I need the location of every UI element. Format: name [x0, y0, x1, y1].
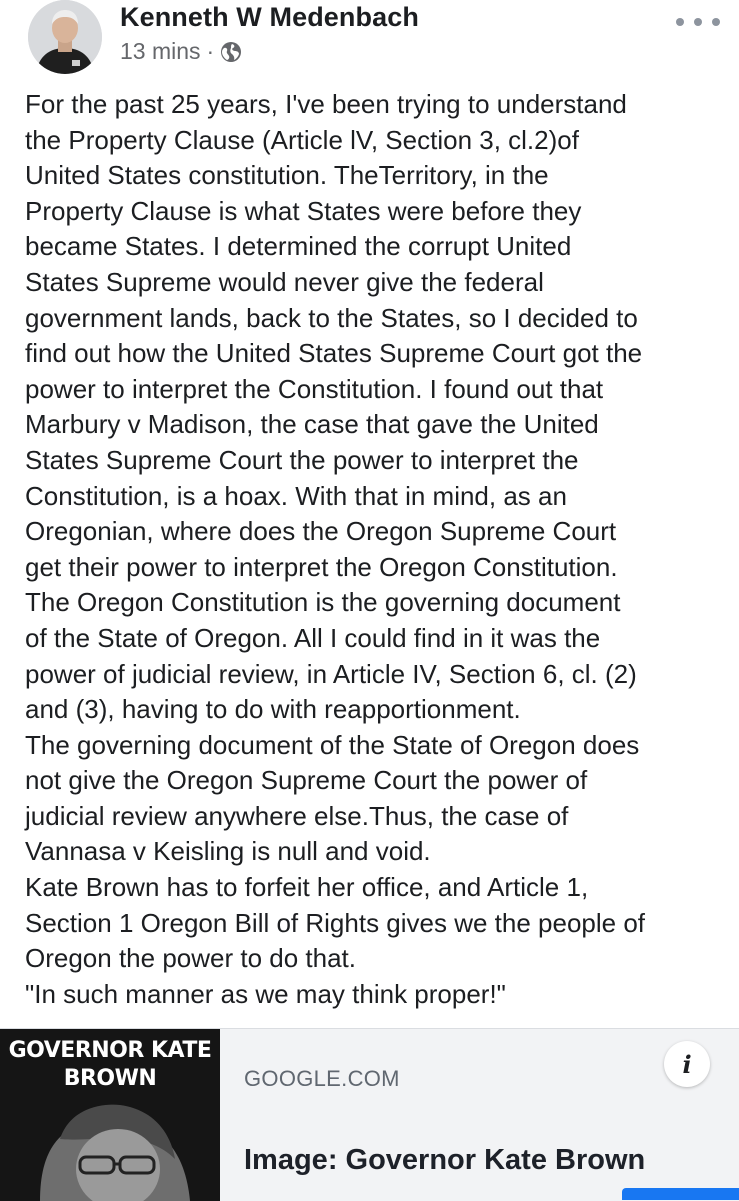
- meta-separator: ·: [206, 38, 215, 64]
- author-name[interactable]: Kenneth W Medenbach: [120, 2, 419, 33]
- thumbnail-caption: GOVERNOR KATE BROWN: [0, 1037, 220, 1093]
- post-text-line: Section 1 Oregon Bill of Rights gives we…: [25, 907, 646, 938]
- post-text-line: United States constitution. TheTerritory…: [25, 160, 549, 191]
- post-text-line: not give the Oregon Supreme Court the po…: [25, 765, 588, 796]
- post-text-line: became States. I determined the corrupt …: [25, 231, 572, 262]
- post-text-line: For the past 25 years, I've been trying …: [25, 89, 627, 119]
- post-text-line: Constitution, is a hoax. With that in mi…: [25, 480, 567, 511]
- more-options-icon[interactable]: [676, 10, 720, 34]
- avatar-photo: [28, 0, 102, 74]
- post-text-line: get their power to interpret the Oregon …: [25, 551, 618, 582]
- post-text-line: find out how the United States Supreme C…: [25, 338, 643, 369]
- post-header: Kenneth W Medenbach 13 mins ·: [0, 0, 739, 80]
- post-text-line: Vannasa v Keisling is null and void.: [25, 836, 431, 867]
- post-text: For the past 25 years, I've been trying …: [25, 87, 725, 1012]
- post-text-line: The Oregon Constitution is the governing…: [25, 587, 621, 618]
- post-text-line: States Supreme would never give the fede…: [25, 266, 544, 297]
- post-text-line: The governing document of the State of O…: [25, 729, 640, 760]
- post-text-line: States Supreme Court the power to interp…: [25, 444, 579, 475]
- post-text-line: and (3), having to do with reapportionme…: [25, 694, 521, 725]
- post-timestamp[interactable]: 13 mins: [120, 38, 201, 65]
- thumbnail-caption-line: GOVERNOR KATE: [8, 1038, 212, 1063]
- post-text-line: Marbury v Madison, the case that gave th…: [25, 409, 599, 440]
- post-text-line: power of judicial review, in Article IV,…: [25, 658, 637, 689]
- link-title[interactable]: Image: Governor Kate Brown: [244, 1144, 645, 1177]
- link-thumbnail[interactable]: GOVERNOR KATE BROWN: [0, 1029, 220, 1201]
- link-domain: GOOGLE.COM: [244, 1066, 400, 1091]
- link-preview-card[interactable]: GOVERNOR KATE BROWN GOOGLE.COM Image: Go…: [0, 1028, 739, 1201]
- post-text-line: Oregon the power to do that.: [25, 943, 356, 974]
- info-icon[interactable]: i: [664, 1041, 710, 1087]
- post-text-line: Oregonian, where does the Oregon Supreme…: [25, 516, 617, 547]
- accent-bar: [622, 1188, 739, 1200]
- avatar[interactable]: [28, 0, 102, 74]
- post-text-line: Kate Brown has to forfeit her office, an…: [25, 872, 589, 903]
- thumbnail-caption-line: BROWN: [63, 1066, 157, 1091]
- post-text-line: judicial review anywhere else.Thus, the …: [25, 800, 569, 831]
- post-text-line: the Property Clause (Article lV, Section…: [25, 124, 579, 155]
- post-meta: 13 mins ·: [120, 38, 242, 65]
- post-text-line: power to interpret the Constitution. I f…: [25, 373, 604, 404]
- post-text-line: "In such manner as we may think proper!": [25, 978, 506, 1009]
- post-text-line: government lands, back to the States, so…: [25, 302, 638, 333]
- post-text-line: of the State of Oregon. All I could find…: [25, 622, 601, 653]
- globe-icon: [220, 41, 242, 63]
- post-text-line: Property Clause is what States were befo…: [25, 195, 582, 226]
